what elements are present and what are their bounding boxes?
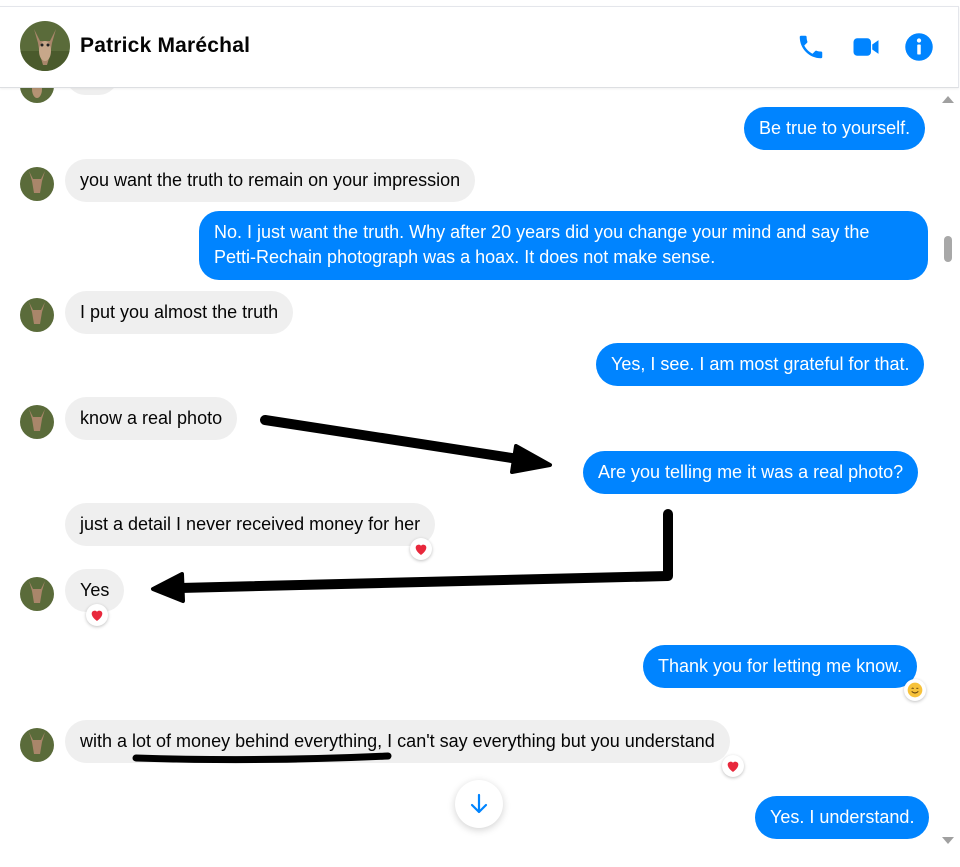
- contact-avatar-small: [20, 167, 54, 201]
- smiling-face-icon: [907, 682, 923, 698]
- chat-header: Patrick Maréchal: [0, 6, 959, 88]
- video-camera-icon[interactable]: [851, 32, 881, 62]
- message-bubble-incoming[interactable]: with a lot of money behind everything, I…: [65, 720, 730, 763]
- message-bubble-incoming[interactable]: you want the truth to remain on your imp…: [65, 159, 476, 202]
- message-bubble-incoming[interactable]: just a detail I never received money for…: [65, 503, 436, 546]
- scrollbar-thumb[interactable]: [944, 236, 952, 262]
- contact-avatar-small: [20, 298, 54, 332]
- contact-avatar[interactable]: [20, 21, 70, 71]
- smiling-face-reaction[interactable]: [904, 679, 926, 701]
- message-bubble-outgoing[interactable]: Be true to yourself.: [744, 107, 926, 150]
- scroll-to-bottom-button[interactable]: [455, 780, 503, 828]
- scroll-down-arrow[interactable]: [942, 837, 954, 844]
- heart-reaction[interactable]: [722, 755, 744, 777]
- heart-icon: [415, 544, 427, 555]
- message-bubble-outgoing[interactable]: Yes, I see. I am most grateful for that.: [596, 343, 925, 386]
- message-bubble-incoming[interactable]: know a real photo: [65, 397, 238, 440]
- message-bubble-outgoing[interactable]: Thank you for letting me know.: [643, 645, 918, 688]
- message-bubble-outgoing[interactable]: Yes. I understand.: [755, 796, 930, 839]
- contact-avatar-small: [20, 405, 54, 439]
- scroll-up-arrow[interactable]: [942, 96, 954, 103]
- contact-avatar-small: [20, 728, 54, 762]
- message-bubble-incoming[interactable]: I put you almost the truth: [65, 291, 294, 334]
- message-bubble-partial: [66, 87, 118, 95]
- arrow-down-icon: [470, 793, 488, 814]
- phone-icon[interactable]: [796, 32, 826, 62]
- heart-icon: [727, 761, 739, 772]
- message-bubble-outgoing[interactable]: Are you telling me it was a real photo?: [583, 451, 919, 494]
- heart-icon: [91, 610, 103, 621]
- contact-avatar-small: [20, 577, 54, 611]
- info-icon[interactable]: [904, 32, 934, 62]
- heart-reaction[interactable]: [86, 604, 108, 626]
- scrollbar[interactable]: [938, 87, 958, 867]
- contact-avatar-small: [20, 87, 54, 103]
- heart-reaction[interactable]: [410, 538, 432, 560]
- contact-name[interactable]: Patrick Maréchal: [80, 34, 250, 58]
- message-list[interactable]: Be true to yourself. you want the truth …: [0, 87, 938, 867]
- message-bubble-outgoing[interactable]: No. I just want the truth. Why after 20 …: [199, 211, 928, 280]
